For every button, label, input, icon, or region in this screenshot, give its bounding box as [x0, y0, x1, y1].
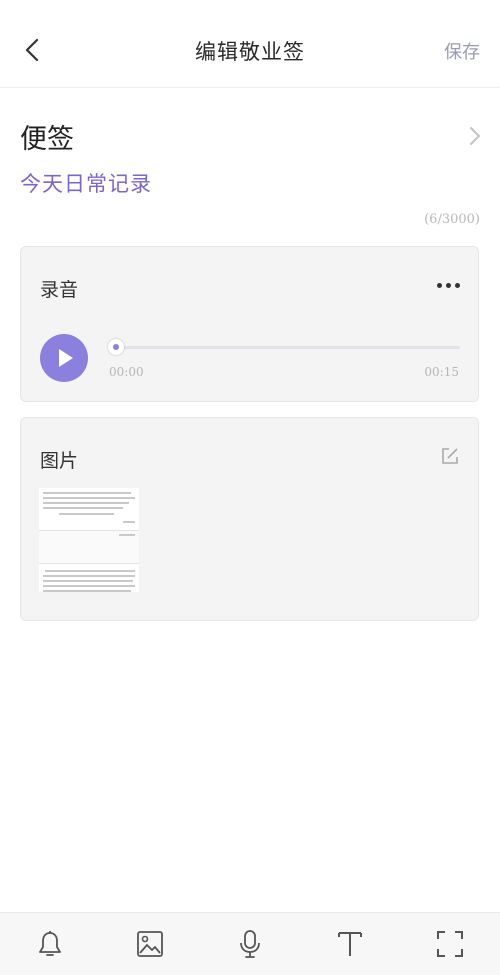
text-format-button[interactable] [326, 920, 374, 968]
record-audio-button[interactable] [226, 920, 274, 968]
fullscreen-icon [437, 931, 463, 957]
bottom-toolbar [0, 912, 500, 975]
app-header: 编辑敬业签 保存 [0, 0, 500, 88]
save-button[interactable]: 保存 [444, 38, 480, 64]
attached-image-thumbnail[interactable] [39, 488, 139, 592]
more-dot [455, 283, 460, 288]
current-time: 00:00 [109, 365, 144, 379]
total-time: 00:15 [424, 365, 459, 379]
audio-card: 录音 00:00 00:15 [20, 246, 479, 402]
category-selector[interactable]: 便签 [20, 118, 482, 155]
play-icon [59, 349, 73, 367]
edit-icon [442, 448, 458, 464]
audio-card-title: 录音 [40, 279, 79, 301]
play-button[interactable] [40, 334, 88, 382]
note-title-input[interactable]: 今天日常记录 [20, 168, 152, 198]
char-count: (6/3000) [424, 212, 480, 227]
reminder-button[interactable] [26, 920, 74, 968]
more-dot [446, 283, 451, 288]
image-card: 图片 [20, 417, 479, 621]
chevron-right-icon [470, 127, 480, 145]
more-dot [437, 283, 442, 288]
fullscreen-button[interactable] [426, 920, 474, 968]
bell-icon [39, 931, 61, 956]
edit-button[interactable] [440, 446, 460, 466]
microphone-icon [240, 930, 260, 958]
text-icon [338, 932, 362, 956]
page-title: 编辑敬业签 [195, 40, 305, 64]
more-options-button[interactable] [437, 283, 460, 288]
audio-progress-slider[interactable] [108, 339, 460, 355]
category-label: 便签 [20, 123, 74, 155]
audio-progress-thumb[interactable] [108, 339, 124, 355]
insert-image-button[interactable] [126, 920, 174, 968]
image-icon [137, 931, 163, 957]
image-card-title: 图片 [40, 450, 79, 472]
